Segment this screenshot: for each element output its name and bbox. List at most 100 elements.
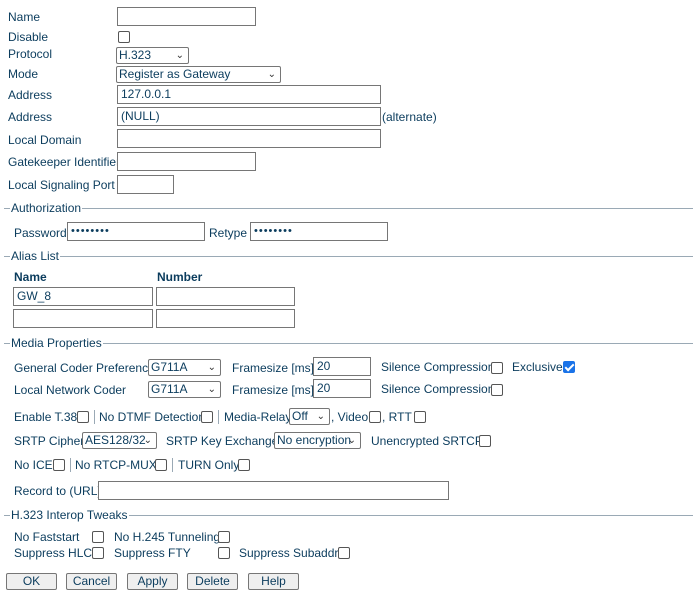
- alias-number-header: Number: [157, 270, 203, 284]
- gatekeeper-label: Gatekeeper Identifier: [8, 155, 121, 169]
- no-dtmf-label: No DTMF Detection: [99, 410, 206, 424]
- framesize-label: Framesize [ms]: [232, 361, 315, 375]
- alias-list-section: Alias List: [4, 249, 693, 263]
- framesize-label: Framesize [ms]: [232, 383, 315, 397]
- separator: [172, 458, 173, 472]
- media-relay-value: Off: [292, 409, 308, 423]
- turn-only-checkbox[interactable]: [238, 459, 250, 471]
- no-faststart-label: No Faststart: [14, 530, 80, 544]
- mode-value: Register as Gateway: [119, 67, 231, 81]
- ok-button[interactable]: OK: [6, 573, 57, 590]
- framesize-input[interactable]: 20: [313, 357, 371, 376]
- alias-name-header: Name: [14, 270, 47, 284]
- exclusive-checkbox[interactable]: [563, 361, 575, 373]
- media-relay-label: Media-Relay: [224, 410, 292, 424]
- no-rtcp-mux-label: No RTCP-MUX: [75, 458, 157, 472]
- alternate-label: (alternate): [382, 110, 437, 124]
- protocol-value: H.323: [119, 48, 152, 62]
- apply-button[interactable]: Apply: [127, 573, 178, 590]
- suppress-subaddr-checkbox[interactable]: [338, 547, 350, 559]
- rtt-label: , RTT: [382, 410, 412, 424]
- protocol-select[interactable]: H.323 ⌄: [116, 47, 189, 64]
- gatekeeper-input[interactable]: [117, 152, 256, 171]
- rtt-checkbox[interactable]: [414, 411, 426, 423]
- retype-label: Retype: [209, 226, 248, 240]
- srtp-key-exchange-label: SRTP Key Exchange: [166, 434, 279, 448]
- local-domain-input[interactable]: [117, 129, 381, 148]
- interop-title: H.323 Interop Tweaks: [10, 508, 129, 522]
- exclusive-label: Exclusive: [512, 360, 563, 374]
- enable-t38-label: Enable T.38: [14, 410, 78, 424]
- signaling-port-label: Local Signaling Port: [8, 178, 115, 192]
- no-h245-tunneling-checkbox[interactable]: [218, 531, 230, 543]
- local-coder-select[interactable]: G711A ⌄: [148, 381, 221, 398]
- local-domain-label: Local Domain: [8, 133, 82, 147]
- no-faststart-checkbox[interactable]: [92, 531, 104, 543]
- no-ice-checkbox[interactable]: [53, 459, 65, 471]
- separator: [94, 410, 95, 424]
- silence-compression-label: Silence Compression: [381, 360, 495, 374]
- video-checkbox[interactable]: [369, 411, 381, 423]
- general-coder-select[interactable]: G711A ⌄: [148, 359, 221, 376]
- alias-number-input[interactable]: [156, 309, 295, 328]
- name-label: Name: [8, 10, 41, 24]
- address-alt-label: Address: [8, 110, 53, 124]
- protocol-label: Protocol: [8, 47, 53, 61]
- suppress-fty-checkbox[interactable]: [218, 547, 230, 559]
- authorization-title: Authorization: [10, 201, 83, 215]
- name-input[interactable]: [117, 7, 256, 26]
- chevron-down-icon: ⌄: [267, 69, 276, 80]
- alias-name-input[interactable]: [13, 309, 153, 328]
- general-coder-label: General Coder Preference: [14, 361, 155, 375]
- media-properties-section: Media Properties: [4, 336, 693, 350]
- password-label: Password: [14, 226, 67, 240]
- no-ice-label: No ICE: [14, 458, 53, 472]
- media-properties-title: Media Properties: [10, 336, 103, 350]
- framesize-input[interactable]: 20: [313, 379, 371, 398]
- interop-section: H.323 Interop Tweaks: [4, 508, 693, 522]
- mode-select[interactable]: Register as Gateway ⌄: [116, 66, 281, 83]
- chevron-down-icon: ⌄: [143, 435, 152, 446]
- retype-input[interactable]: ••••••••: [250, 222, 388, 241]
- srtp-key-exchange-select[interactable]: No encryption ⌄: [274, 432, 361, 449]
- silence-compression-checkbox[interactable]: [491, 362, 503, 374]
- suppress-subaddr-label: Suppress Subaddr: [239, 546, 339, 560]
- separator: [218, 410, 219, 424]
- alias-number-input[interactable]: [156, 287, 295, 306]
- separator: [70, 458, 71, 472]
- srtp-cipher-value: AES128/32: [85, 433, 146, 447]
- chevron-down-icon: ⌄: [347, 435, 356, 446]
- help-button[interactable]: Help: [248, 573, 299, 590]
- suppress-hlc-checkbox[interactable]: [92, 547, 104, 559]
- srtp-cipher-select[interactable]: AES128/32 ⌄: [82, 432, 157, 449]
- signaling-port-input[interactable]: [117, 175, 174, 194]
- alias-name-input[interactable]: GW_8: [13, 287, 153, 306]
- media-relay-select[interactable]: Off ⌄: [289, 408, 330, 425]
- disable-checkbox[interactable]: [118, 31, 130, 43]
- mode-label: Mode: [8, 67, 39, 81]
- authorization-section: Authorization: [4, 201, 693, 215]
- enable-t38-checkbox[interactable]: [77, 411, 89, 423]
- chevron-down-icon: ⌄: [316, 411, 325, 422]
- chevron-down-icon: ⌄: [175, 50, 184, 61]
- record-url-input[interactable]: [98, 481, 449, 500]
- cancel-button[interactable]: Cancel: [66, 573, 117, 590]
- address-label: Address: [8, 88, 53, 102]
- no-rtcp-mux-checkbox[interactable]: [155, 459, 167, 471]
- video-label: , Video: [331, 410, 369, 424]
- general-coder-value: G711A: [151, 360, 188, 374]
- delete-button[interactable]: Delete: [187, 573, 238, 590]
- suppress-hlc-label: Suppress HLC: [14, 546, 93, 560]
- chevron-down-icon: ⌄: [207, 384, 216, 395]
- silence-compression-checkbox[interactable]: [491, 384, 503, 396]
- alias-list-title: Alias List: [10, 249, 61, 263]
- address-input[interactable]: 127.0.0.1: [117, 85, 381, 104]
- turn-only-label: TURN Only: [178, 458, 240, 472]
- unencrypted-srtcp-checkbox[interactable]: [479, 435, 491, 447]
- password-input[interactable]: ••••••••: [67, 222, 205, 241]
- local-coder-label: Local Network Coder: [14, 383, 127, 397]
- disable-label: Disable: [8, 30, 49, 44]
- record-url-label: Record to (URL): [14, 484, 102, 498]
- no-dtmf-checkbox[interactable]: [201, 411, 213, 423]
- address-alt-input[interactable]: (NULL): [117, 107, 381, 126]
